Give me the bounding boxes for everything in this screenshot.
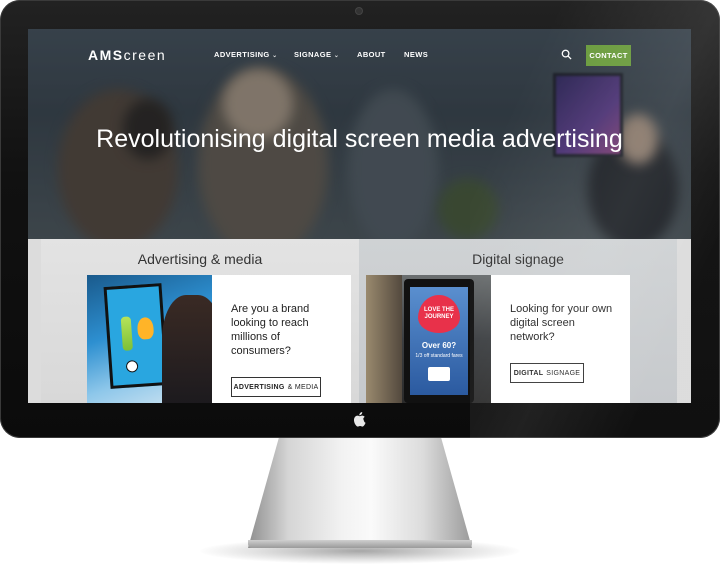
ad-screen-graphic (103, 283, 169, 389)
monitor-stand-base (248, 540, 472, 548)
icecream-graphic (120, 316, 133, 351)
monitor-bezel: AMScreen ADVERTISING ⌄ SIGNAGE ⌄ ABOUT N… (0, 0, 720, 438)
camera-icon (356, 8, 362, 14)
signage-image: LOVE THE JOURNEY Over 60? 1/3 off standar… (366, 275, 491, 403)
website-screen: AMScreen ADVERTISING ⌄ SIGNAGE ⌄ ABOUT N… (28, 29, 691, 403)
football-graphic (125, 359, 139, 373)
advertising-media-button[interactable]: ADVERTISING & MEDIA (231, 377, 321, 397)
chevron-down-icon: ⌄ (333, 53, 340, 59)
advertising-image (87, 275, 212, 403)
nav-item-signage[interactable]: SIGNAGE ⌄ (294, 50, 339, 59)
signage-panel: Digital signage LOVE THE JOURNEY Over 60… (359, 239, 677, 403)
panel-title: Advertising & media (137, 251, 263, 267)
nav-item-news[interactable]: NEWS (404, 50, 428, 59)
panel-title: Digital signage (472, 251, 564, 267)
nav-item-advertising[interactable]: ADVERTISING ⌄ (214, 50, 278, 59)
person-graphic (162, 295, 212, 403)
heart-graphic: LOVE THE JOURNEY (418, 295, 460, 333)
hero-title: Revolutionising digital screen media adv… (96, 125, 623, 153)
hero-banner: AMScreen ADVERTISING ⌄ SIGNAGE ⌄ ABOUT N… (28, 29, 691, 239)
search-icon[interactable] (561, 49, 572, 60)
station-background (366, 275, 402, 403)
railcard-graphic (428, 367, 450, 381)
advertising-panel: Advertising & media Are you a brand look… (41, 239, 359, 403)
digital-signage-button[interactable]: DIGITAL SIGNAGE (510, 363, 584, 383)
signage-card: LOVE THE JOURNEY Over 60? 1/3 off standar… (366, 275, 630, 403)
site-logo[interactable]: AMScreen (88, 47, 166, 63)
nav-item-about[interactable]: ABOUT (357, 50, 386, 59)
signage-text: Looking for your own digital screen netw… (510, 303, 613, 343)
kiosk-offer: Over 60? 1/3 off standard fares (415, 341, 463, 359)
kiosk-screen: LOVE THE JOURNEY Over 60? 1/3 off standar… (410, 287, 468, 395)
monitor-stand (248, 436, 472, 548)
kiosk-graphic: LOVE THE JOURNEY Over 60? 1/3 off standar… (404, 279, 474, 403)
advertising-card: Are you a brand looking to reach million… (87, 275, 351, 403)
apple-logo-icon (353, 412, 366, 427)
chevron-down-icon: ⌄ (272, 53, 278, 59)
contact-button[interactable]: CONTACT (586, 45, 631, 66)
icecream-graphic (136, 316, 155, 340)
top-navigation: AMScreen ADVERTISING ⌄ SIGNAGE ⌄ ABOUT N… (28, 29, 691, 81)
advertising-text: Are you a brand looking to reach million… (231, 303, 310, 357)
